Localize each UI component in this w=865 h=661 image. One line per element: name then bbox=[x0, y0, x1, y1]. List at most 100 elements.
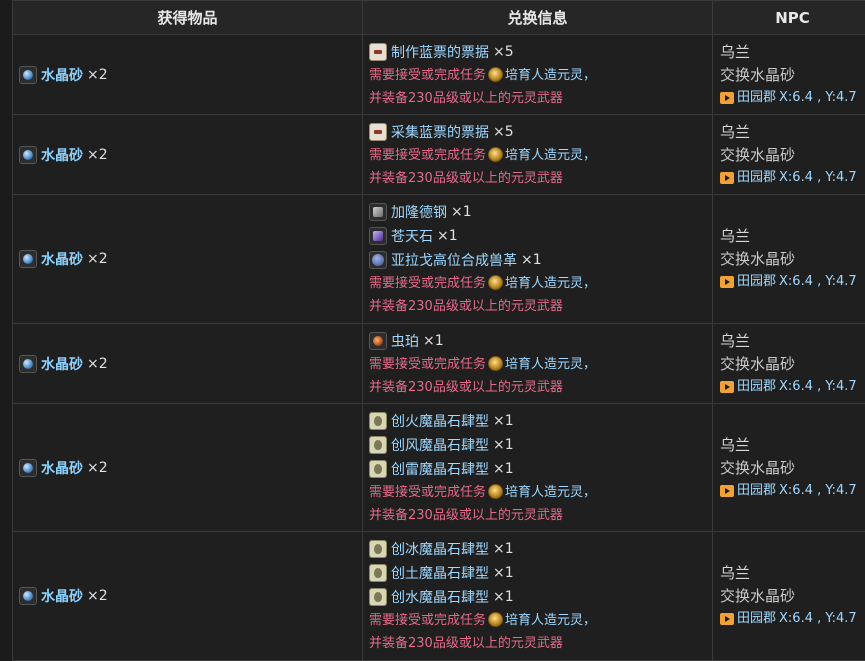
stone-icon bbox=[369, 564, 387, 582]
location-name[interactable]: 田园郡 bbox=[737, 87, 776, 109]
cost-name-link[interactable]: 苍天石 bbox=[391, 226, 433, 246]
exchange-cell: 制作蓝票的票据×5需要接受或完成任务培育人造元灵，并装备230品级或以上的元灵武… bbox=[363, 35, 713, 115]
npc-cell: 乌兰交换水晶砂田园郡X:6.4 , Y:4.7 bbox=[713, 35, 865, 115]
cost-item: 创雷魔晶石肆型×1 bbox=[369, 457, 706, 481]
npc-name: 乌兰 bbox=[720, 330, 865, 353]
header-item: 获得物品 bbox=[13, 1, 363, 35]
requirement-prefix: 需要接受或完成任务 bbox=[369, 357, 486, 372]
reward-qty: ×2 bbox=[87, 67, 108, 83]
cost-item: 创火魔晶石肆型×1 bbox=[369, 409, 706, 433]
reward-name-link[interactable]: 水晶砂 bbox=[41, 586, 83, 606]
crystal-sand-icon bbox=[19, 355, 37, 373]
cost-name-link[interactable]: 创风魔晶石肆型 bbox=[391, 435, 489, 455]
location-name[interactable]: 田园郡 bbox=[737, 271, 776, 293]
location-coords: X:6.4 , Y:4.7 bbox=[779, 608, 857, 630]
cost-name-link[interactable]: 亚拉戈高位合成兽革 bbox=[391, 250, 517, 270]
crystal-sand-icon bbox=[19, 587, 37, 605]
reward-cell: 水晶砂×2 bbox=[13, 195, 363, 324]
cost-item: 亚拉戈高位合成兽革×1 bbox=[369, 248, 706, 272]
cost-item: 创风魔晶石肆型×1 bbox=[369, 433, 706, 457]
exchange-table: 获得物品 兑换信息 NPC 水晶砂×2制作蓝票的票据×5需要接受或完成任务培育人… bbox=[12, 0, 865, 661]
quest-link[interactable]: 培育人造元灵， bbox=[505, 613, 596, 628]
quest-link[interactable]: 培育人造元灵， bbox=[505, 68, 596, 83]
exchange-cell: 虫珀×1需要接受或完成任务培育人造元灵，并装备230品级或以上的元灵武器 bbox=[363, 324, 713, 404]
cost-name-link[interactable]: 创土魔晶石肆型 bbox=[391, 563, 489, 583]
location-name[interactable]: 田园郡 bbox=[737, 608, 776, 630]
reward-name-link[interactable]: 水晶砂 bbox=[41, 458, 83, 478]
requirement-prefix: 需要接受或完成任务 bbox=[369, 148, 486, 163]
ticket-icon bbox=[369, 43, 387, 61]
reward-item: 水晶砂×2 bbox=[19, 458, 356, 478]
stone-icon bbox=[369, 412, 387, 430]
reward-item: 水晶砂×2 bbox=[19, 145, 356, 165]
quest-icon bbox=[488, 147, 503, 162]
quest-link[interactable]: 培育人造元灵， bbox=[505, 276, 596, 291]
npc-location[interactable]: 田园郡X:6.4 , Y:4.7 bbox=[720, 480, 865, 502]
cost-name-link[interactable]: 创水魔晶石肆型 bbox=[391, 587, 489, 607]
crystal-sand-icon bbox=[19, 250, 37, 268]
npc-location[interactable]: 田园郡X:6.4 , Y:4.7 bbox=[720, 608, 865, 630]
quest-icon bbox=[488, 67, 503, 82]
header-exchange: 兑换信息 bbox=[363, 1, 713, 35]
npc-action: 交换水晶砂 bbox=[720, 585, 865, 608]
exchange-table-container: 获得物品 兑换信息 NPC 水晶砂×2制作蓝票的票据×5需要接受或完成任务培育人… bbox=[12, 0, 865, 661]
location-name[interactable]: 田园郡 bbox=[737, 376, 776, 398]
cost-qty: ×1 bbox=[493, 413, 514, 429]
reward-qty: ×2 bbox=[87, 356, 108, 372]
npc-location[interactable]: 田园郡X:6.4 , Y:4.7 bbox=[720, 376, 865, 398]
requirement-text: 需要接受或完成任务培育人造元灵，并装备230品级或以上的元灵武器 bbox=[369, 609, 706, 655]
reward-item: 水晶砂×2 bbox=[19, 354, 356, 374]
npc-location[interactable]: 田园郡X:6.4 , Y:4.7 bbox=[720, 87, 865, 109]
npc-name: 乌兰 bbox=[720, 434, 865, 457]
reward-item: 水晶砂×2 bbox=[19, 65, 356, 85]
cost-qty: ×1 bbox=[493, 541, 514, 557]
cost-name-link[interactable]: 采集蓝票的票据 bbox=[391, 122, 489, 142]
reward-name-link[interactable]: 水晶砂 bbox=[41, 249, 83, 269]
reward-cell: 水晶砂×2 bbox=[13, 324, 363, 404]
npc-cell: 乌兰交换水晶砂田园郡X:6.4 , Y:4.7 bbox=[713, 195, 865, 324]
quest-link[interactable]: 培育人造元灵， bbox=[505, 148, 596, 163]
cost-name-link[interactable]: 制作蓝票的票据 bbox=[391, 42, 489, 62]
reward-name-link[interactable]: 水晶砂 bbox=[41, 145, 83, 165]
npc-cell: 乌兰交换水晶砂田园郡X:6.4 , Y:4.7 bbox=[713, 115, 865, 195]
requirement-text: 需要接受或完成任务培育人造元灵，并装备230品级或以上的元灵武器 bbox=[369, 353, 706, 399]
requirement-prefix: 需要接受或完成任务 bbox=[369, 276, 486, 291]
quest-link[interactable]: 培育人造元灵， bbox=[505, 485, 596, 500]
map-flag-icon bbox=[720, 613, 734, 625]
cost-name-link[interactable]: 创雷魔晶石肆型 bbox=[391, 459, 489, 479]
requirement-prefix: 需要接受或完成任务 bbox=[369, 485, 486, 500]
requirement-text: 需要接受或完成任务培育人造元灵，并装备230品级或以上的元灵武器 bbox=[369, 144, 706, 190]
cost-item: 创水魔晶石肆型×1 bbox=[369, 585, 706, 609]
stone-icon bbox=[369, 588, 387, 606]
cost-name-link[interactable]: 虫珀 bbox=[391, 331, 419, 351]
cost-name-link[interactable]: 创火魔晶石肆型 bbox=[391, 411, 489, 431]
cost-name-link[interactable]: 加隆德钢 bbox=[391, 202, 447, 222]
npc-name: 乌兰 bbox=[720, 562, 865, 585]
map-flag-icon bbox=[720, 485, 734, 497]
cost-item: 创冰魔晶石肆型×1 bbox=[369, 537, 706, 561]
quest-link[interactable]: 培育人造元灵， bbox=[505, 357, 596, 372]
cost-item: 苍天石×1 bbox=[369, 224, 706, 248]
crystal-sand-icon bbox=[19, 459, 37, 477]
gem-icon bbox=[369, 227, 387, 245]
npc-cell: 乌兰交换水晶砂田园郡X:6.4 , Y:4.7 bbox=[713, 404, 865, 532]
npc-location[interactable]: 田园郡X:6.4 , Y:4.7 bbox=[720, 167, 865, 189]
requirement-suffix: 并装备230品级或以上的元灵武器 bbox=[369, 636, 563, 651]
npc-location[interactable]: 田园郡X:6.4 , Y:4.7 bbox=[720, 271, 865, 293]
quest-icon bbox=[488, 356, 503, 371]
npc-name: 乌兰 bbox=[720, 121, 865, 144]
quest-icon bbox=[488, 484, 503, 499]
reward-name-link[interactable]: 水晶砂 bbox=[41, 354, 83, 374]
map-flag-icon bbox=[720, 381, 734, 393]
location-name[interactable]: 田园郡 bbox=[737, 167, 776, 189]
cost-name-link[interactable]: 创冰魔晶石肆型 bbox=[391, 539, 489, 559]
location-name[interactable]: 田园郡 bbox=[737, 480, 776, 502]
map-flag-icon bbox=[720, 92, 734, 104]
crystal-sand-icon bbox=[19, 66, 37, 84]
cost-qty: ×1 bbox=[437, 228, 458, 244]
cost-qty: ×1 bbox=[493, 589, 514, 605]
reward-qty: ×2 bbox=[87, 251, 108, 267]
reward-name-link[interactable]: 水晶砂 bbox=[41, 65, 83, 85]
quest-icon bbox=[488, 612, 503, 627]
exchange-cell: 采集蓝票的票据×5需要接受或完成任务培育人造元灵，并装备230品级或以上的元灵武… bbox=[363, 115, 713, 195]
